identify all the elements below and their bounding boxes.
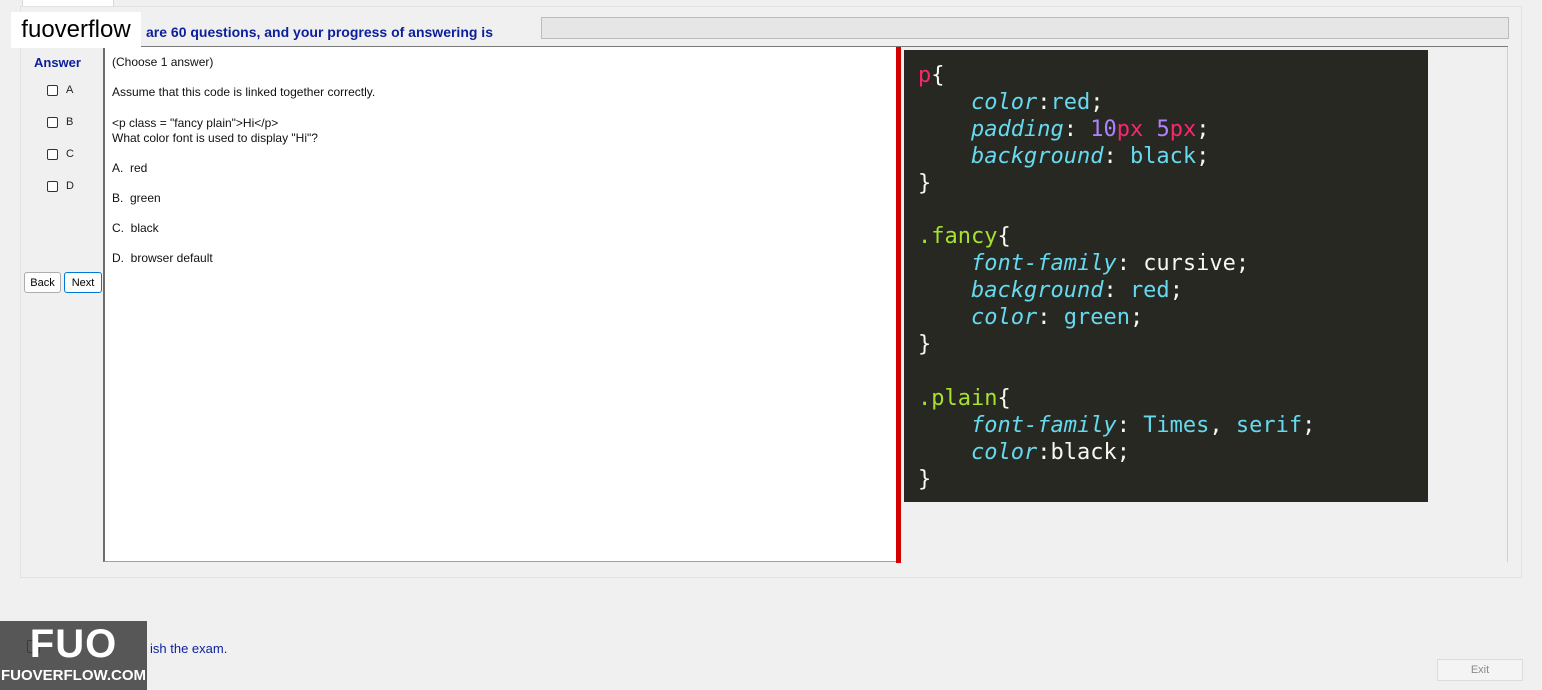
- answer-choice-b: B. green: [112, 191, 161, 205]
- answer-label: Answer: [34, 55, 81, 70]
- question-line: What color font is used to display "Hi"?: [112, 131, 318, 145]
- option-b-label: B: [66, 116, 74, 128]
- back-button[interactable]: Back: [24, 272, 61, 293]
- progress-text: are 60 questions, and your progress of a…: [146, 24, 493, 40]
- checkbox-icon[interactable]: [47, 180, 58, 192]
- watermark-logo-small: FUOVERFLOW.COM: [1, 667, 146, 684]
- option-d-label: D: [66, 180, 74, 192]
- question-instruction: (Choose 1 answer): [112, 55, 214, 69]
- exit-button[interactable]: Exit: [1437, 659, 1523, 681]
- option-c-label: C: [66, 148, 74, 160]
- progress-bar: [541, 17, 1509, 39]
- checkbox-icon[interactable]: [47, 116, 58, 128]
- option-c[interactable]: C: [47, 148, 74, 160]
- checkbox-icon[interactable]: [47, 148, 58, 160]
- option-a[interactable]: A: [47, 84, 73, 96]
- code-image: p{ color:red; padding: 10px 5px; backgro…: [904, 50, 1428, 502]
- answer-choice-a: A. red: [112, 161, 148, 175]
- watermark-logo: FUO FUOVERFLOW.COM: [0, 621, 147, 690]
- question-line: <p class = "fancy plain">Hi</p>: [112, 116, 279, 130]
- watermark-text: fuoverflow: [11, 12, 141, 48]
- question-line: Assume that this code is linked together…: [112, 85, 376, 99]
- option-a-label: A: [66, 84, 74, 96]
- watermark-logo-big: FUO: [29, 622, 118, 666]
- option-d[interactable]: D: [47, 180, 74, 192]
- question-box: (Choose 1 answer) Assume that this code …: [103, 47, 896, 562]
- finish-exam-label: ish the exam.: [150, 641, 228, 656]
- checkbox-icon[interactable]: [47, 84, 58, 96]
- answer-choice-c: C. black: [112, 221, 159, 235]
- option-b[interactable]: B: [47, 116, 73, 128]
- answer-choice-d: D. browser default: [112, 251, 213, 265]
- next-button[interactable]: Next: [64, 272, 102, 293]
